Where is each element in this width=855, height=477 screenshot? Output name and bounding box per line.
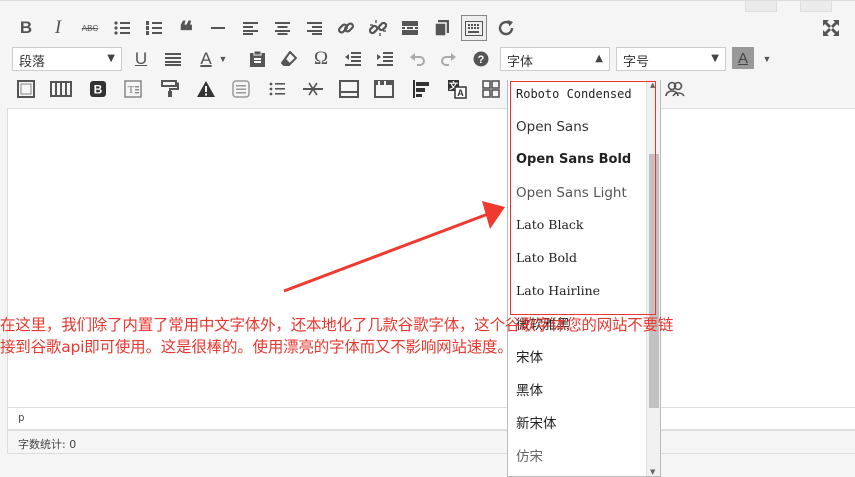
font-option-open-sans[interactable]: Open Sans	[516, 113, 589, 141]
scroll-down-icon[interactable]: ▼	[650, 468, 655, 476]
font-option-simsun[interactable]: 宋体	[516, 344, 543, 372]
font-option-fangsong[interactable]: 仿宋	[516, 443, 543, 471]
font-option-lato-bold[interactable]: Lato Bold	[516, 244, 577, 272]
annotation-arrow	[283, 201, 505, 293]
font-option-microsoft-yahei[interactable]: 微软雅黑	[516, 311, 570, 339]
editor-panel: B I ABC ❝ 段落 ▼ U A ▼ Ω ? 字体 ▲ 字号 ▼ A ▼ B…	[0, 0, 855, 477]
font-option-open-sans-bold[interactable]: Open Sans Bold	[516, 146, 631, 174]
font-option-lato-hairline[interactable]: Lato Hairline	[516, 277, 600, 305]
font-option-roboto-condensed[interactable]: Roboto Condensed	[516, 80, 632, 108]
scroll-up-icon[interactable]: ▲	[650, 81, 655, 89]
font-option-lato-black[interactable]: Lato Black	[516, 211, 584, 239]
dropdown-scrollbar[interactable]: ▲ ▼	[646, 80, 660, 476]
font-option-simhei[interactable]: 黑体	[516, 377, 543, 405]
font-option-nsimsun[interactable]: 新宋体	[516, 410, 557, 438]
scrollbar-thumb[interactable]	[649, 154, 659, 408]
font-option-open-sans-light[interactable]: Open Sans Light	[516, 179, 627, 207]
font-family-dropdown: Roboto Condensed Open Sans Open Sans Bol…	[507, 80, 661, 477]
